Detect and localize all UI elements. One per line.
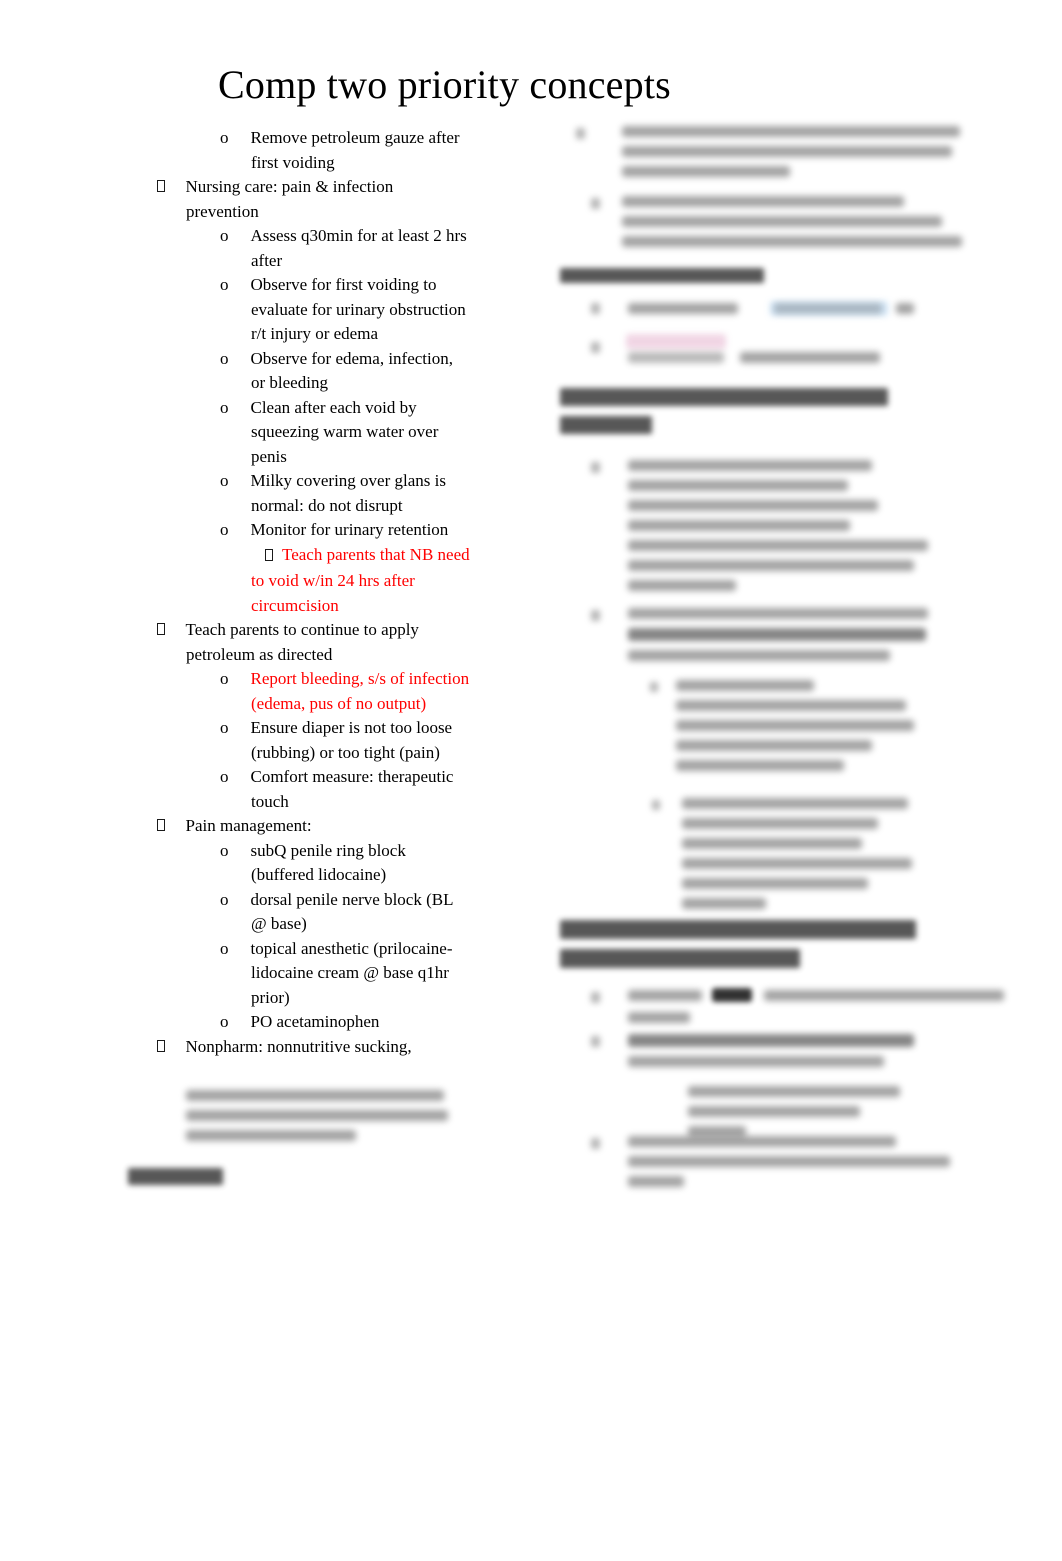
list-item: o Clean after each void by squeezing war… (125, 396, 470, 470)
document-page: Comp two priority concepts o Remove petr… (0, 0, 1062, 1561)
list-item: o dorsal penile nerve block (BL @ base) (125, 888, 470, 937)
list-item-label: Assess q30min for at least 2 hrs after (250, 226, 467, 270)
list-item-label: PO acetaminophen (250, 1012, 380, 1031)
list-item-label: Remove petroleum gauze after first voidi… (250, 128, 460, 172)
list-item: o Assess q30min for at least 2 hrs after (125, 224, 470, 273)
obscured-text-block (628, 1034, 1008, 1076)
emphasis-text: Report bleeding, s/s of infection (edema… (250, 669, 470, 713)
list-item: o Remove petroleum gauze after first voi… (125, 126, 470, 175)
list-item-label: Ensure diaper is not too loose (rubbing)… (250, 718, 453, 762)
list-item: Teach parents to continue to apply petro… (125, 618, 470, 667)
list-marker-o: o (220, 275, 229, 294)
list-item: o Comfort measure: therapeutic touch (125, 765, 470, 814)
list-item-label: dorsal penile nerve block (BL @ base) (250, 889, 453, 934)
list-marker-o: o (220, 938, 229, 958)
list-marker-o: o (220, 669, 229, 688)
obscured-text-highlighted-blue (628, 301, 960, 321)
list-marker-o: o (220, 889, 229, 909)
list-item-label: Nonpharm: nonnutritive sucking, (185, 1036, 412, 1056)
list-marker-o: o (220, 397, 229, 417)
list-item: o Observe for edema, infection, or bleed… (125, 347, 470, 396)
list-marker-o: o (220, 767, 229, 786)
obscured-heading (560, 920, 916, 978)
obscured-text-block (622, 126, 960, 186)
emphasis-text: Teach parents that NB need to void w/in … (251, 544, 470, 615)
list-item: o subQ penile ring block (buffered lidoc… (125, 839, 470, 888)
obscured-text-block (628, 1136, 1008, 1196)
list-item-label: Comfort measure: therapeutic touch (250, 767, 454, 811)
list-item: Pain management: (125, 814, 470, 839)
list-marker-o: o (220, 1012, 229, 1031)
page-title: Comp two priority concepts (218, 62, 671, 107)
list-item: o PO acetaminophen (125, 1010, 470, 1035)
list-marker-o: o (220, 840, 229, 860)
list-item-label: Monitor for urinary retention Teach paren… (251, 518, 470, 618)
list-marker-o: o (220, 520, 229, 539)
list-item-label: Teach parents to continue to apply petro… (185, 620, 419, 664)
list-item-label: subQ penile ring block (buffered lidocai… (250, 840, 406, 885)
obscured-text-block (628, 460, 1000, 600)
obscured-text-block (628, 986, 1008, 1034)
list-item: o Observe for first voiding to evaluate … (125, 273, 470, 347)
list-item: o topical anesthetic (prilocaine-lidocai… (125, 937, 470, 1011)
list-item-label: Observe for first voiding to evaluate fo… (250, 275, 466, 343)
obscured-text-block: Text following "Nonpharm: nonnutritive s… (186, 1090, 448, 1150)
list-marker-o: o (220, 128, 229, 147)
obscured-text-highlighted-pink (622, 334, 942, 363)
list-item: Nursing care: pain & infection preventio… (125, 175, 470, 224)
obscured-heading (560, 388, 888, 444)
list-marker-o: o (220, 348, 229, 368)
left-column: o Remove petroleum gauze after first voi… (125, 126, 470, 1059)
list-item-label: Nursing care: pain & infection preventio… (185, 177, 394, 221)
list-item-label: Pain management: (185, 816, 312, 835)
list-marker-box-icon (157, 618, 165, 643)
obscured-heading: A bold heading near the bottom of the le… (128, 1168, 223, 1195)
inline-box-icon (251, 548, 282, 564)
obscured-text-block (676, 680, 1000, 780)
list-item: Nonpharm: nonnutritive sucking, (125, 1035, 470, 1060)
list-marker-box-icon (157, 175, 165, 200)
list-item: o Monitor for urinary retention Teach par… (125, 518, 470, 618)
list-marker-o: o (220, 718, 229, 737)
list-item-label: Milky covering over glans is normal: do … (250, 471, 446, 515)
list-marker-box-icon (157, 1035, 165, 1060)
obscured-heading (560, 268, 764, 293)
list-item: o Ensure diaper is not too loose (rubbin… (125, 716, 470, 765)
list-item: o Milky covering over glans is normal: d… (125, 469, 470, 518)
list-item: o Report bleeding, s/s of infection (ede… (125, 667, 470, 716)
obscured-text-block (682, 798, 1002, 918)
list-item-label: topical anesthetic (prilocaine-lidocaine… (250, 938, 453, 1007)
list-item-label-text: Monitor for urinary retention (250, 520, 449, 539)
obscured-text-block (628, 608, 1000, 670)
list-item-label: Clean after each void by squeezing warm … (250, 397, 439, 466)
list-marker-o: o (220, 471, 229, 490)
list-marker-o: o (220, 226, 229, 245)
list-item-label: Observe for edema, infection, or bleedin… (250, 348, 454, 393)
list-marker-box-icon (157, 814, 165, 839)
obscured-text-block (622, 196, 962, 256)
